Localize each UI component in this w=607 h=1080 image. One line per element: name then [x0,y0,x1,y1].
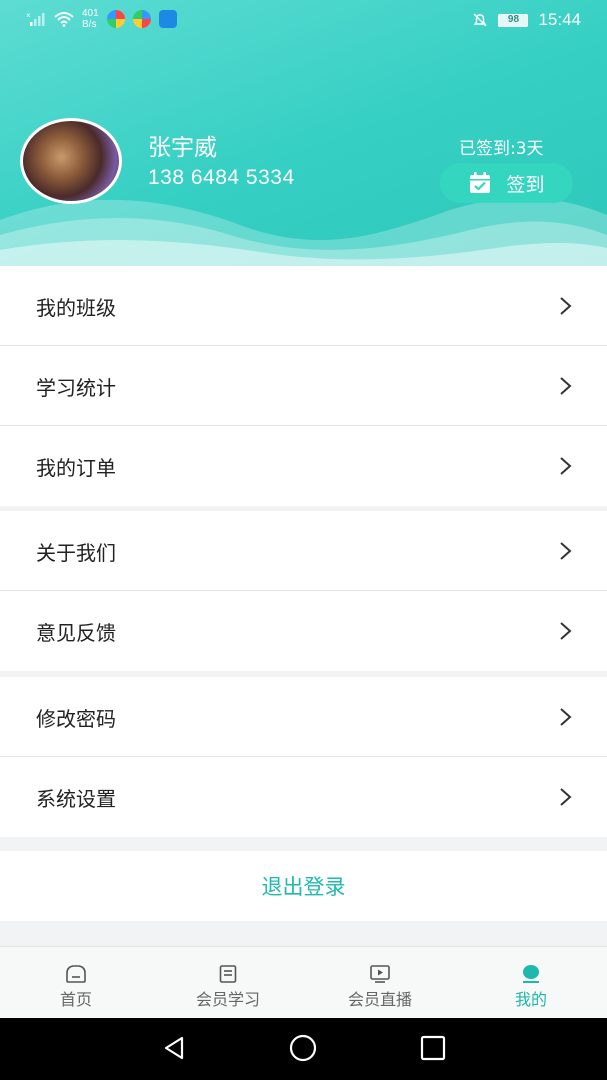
menu-item-label: 我的订单 [36,456,116,480]
app-notification-icon [106,10,125,28]
tab-home[interactable]: 首页 [0,947,152,1019]
wifi-icon [54,12,74,27]
checkin-label: 签到 [506,173,545,196]
tab-label: 会员学习 [195,990,260,1009]
menu-item-study-stats[interactable]: 学习统计 [0,346,607,426]
menu-item-my-orders[interactable]: 我的订单 [0,426,607,506]
menu-group-info: 关于我们 意见反馈 [0,511,607,671]
menu-item-my-class[interactable]: 我的班级 [0,266,607,346]
network-speed: 401 B/s [82,8,99,30]
tab-member-study[interactable]: 会员学习 [152,947,304,1019]
chevron-right-icon [560,788,572,806]
book-icon [219,965,237,983]
home-icon [66,965,86,983]
calendar-check-icon [470,172,491,193]
logout-button[interactable]: 退出登录 [0,851,607,921]
battery-indicator: 98 [498,13,529,27]
clock: 15:44 [538,10,581,29]
chevron-right-icon [560,542,572,560]
signed-days-count: 已签到:3天 [459,139,544,159]
menu-item-label: 系统设置 [36,787,116,811]
profile-header: × 401 B/s 98 15:44 张宇威 138 6484 5334 已签到… [0,0,607,266]
menu-item-label: 意见反馈 [36,621,116,645]
system-navigation-bar [0,1018,607,1080]
tab-label: 首页 [59,990,92,1009]
avatar[interactable] [20,118,122,204]
menu-item-change-password[interactable]: 修改密码 [0,677,607,757]
chevron-right-icon [560,297,572,315]
menu-item-feedback[interactable]: 意见反馈 [0,591,607,671]
home-circle-icon[interactable] [289,1034,317,1062]
menu-item-label: 修改密码 [36,707,116,731]
tab-label: 我的 [514,990,547,1009]
menu-item-label: 我的班级 [36,296,116,320]
tab-mine[interactable]: 我的 [455,947,607,1019]
tab-label: 会员直播 [347,990,412,1009]
bell-off-icon [473,13,487,27]
chevron-right-icon [560,622,572,640]
user-name: 张宇威 [148,135,217,161]
back-icon[interactable] [160,1034,188,1062]
app-notification-icon [132,10,151,28]
signal-icon: × [26,11,45,26]
app-notification-icon [158,10,177,28]
user-phone: 138 6484 5334 [148,166,295,189]
checkin-button[interactable]: 签到 [440,163,573,203]
menu-item-system-settings[interactable]: 系统设置 [0,757,607,837]
bottom-tab-bar: 首页 会员学习 会员直播 我的 [0,946,607,1018]
menu-group-account: 我的班级 学习统计 我的订单 [0,266,607,506]
menu-item-label: 学习统计 [36,376,116,400]
menu-item-about-us[interactable]: 关于我们 [0,511,607,591]
chevron-right-icon [560,457,572,475]
menu-item-label: 关于我们 [36,541,116,565]
chevron-right-icon [560,708,572,726]
chevron-right-icon [560,377,572,395]
menu-group-settings: 修改密码 系统设置 [0,677,607,837]
user-icon [523,965,539,983]
tab-member-live[interactable]: 会员直播 [304,947,456,1019]
live-video-icon [370,965,390,983]
svg-text:×: × [26,11,31,20]
recent-apps-icon[interactable] [419,1034,447,1062]
status-bar: × 401 B/s 98 15:44 [0,0,607,40]
